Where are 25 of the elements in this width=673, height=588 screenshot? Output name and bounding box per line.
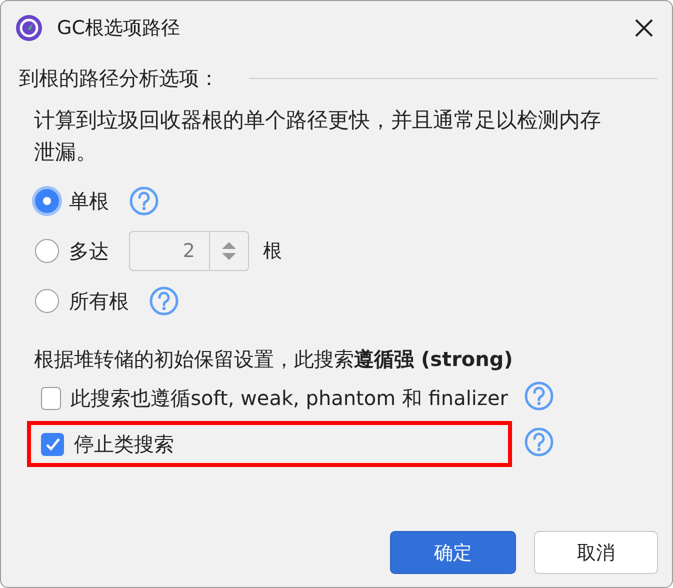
description-text: 计算到垃圾回收器根的单个路径更快，并且通常足以检测内存泄漏。: [34, 107, 602, 166]
ok-button[interactable]: 确定: [390, 531, 516, 574]
gauge-icon: [15, 14, 43, 42]
checkbox[interactable]: [41, 386, 61, 410]
radio-label[interactable]: 多达: [69, 238, 109, 264]
radio-button[interactable]: [35, 289, 59, 313]
window-title: GC根选项路径: [57, 16, 181, 41]
cancel-button[interactable]: 取消: [534, 531, 658, 574]
number-spinner[interactable]: 2: [129, 231, 249, 271]
help-icon[interactable]: [524, 381, 554, 411]
radio-label[interactable]: 所有根: [69, 288, 129, 314]
checkmark-icon: [44, 436, 61, 452]
help-icon[interactable]: [129, 186, 159, 216]
radio-button[interactable]: [35, 239, 59, 263]
checkbox[interactable]: [41, 432, 64, 456]
checkbox-label[interactable]: 停止类搜索: [74, 430, 174, 458]
note-text: 根据堆转储的初始保留设置，此搜索遵循强 (strong): [34, 346, 514, 373]
unit-label: 根: [263, 239, 282, 264]
radio-label[interactable]: 单根: [69, 188, 109, 214]
radio-button[interactable]: [35, 189, 59, 213]
checkbox-label[interactable]: 此搜索也遵循soft, weak, phantom 和 finalizer: [70, 384, 508, 412]
help-icon[interactable]: [149, 286, 179, 316]
section-heading: 到根的路径分析选项：: [19, 65, 219, 92]
help-icon[interactable]: [524, 427, 554, 457]
close-icon[interactable]: [634, 18, 654, 38]
